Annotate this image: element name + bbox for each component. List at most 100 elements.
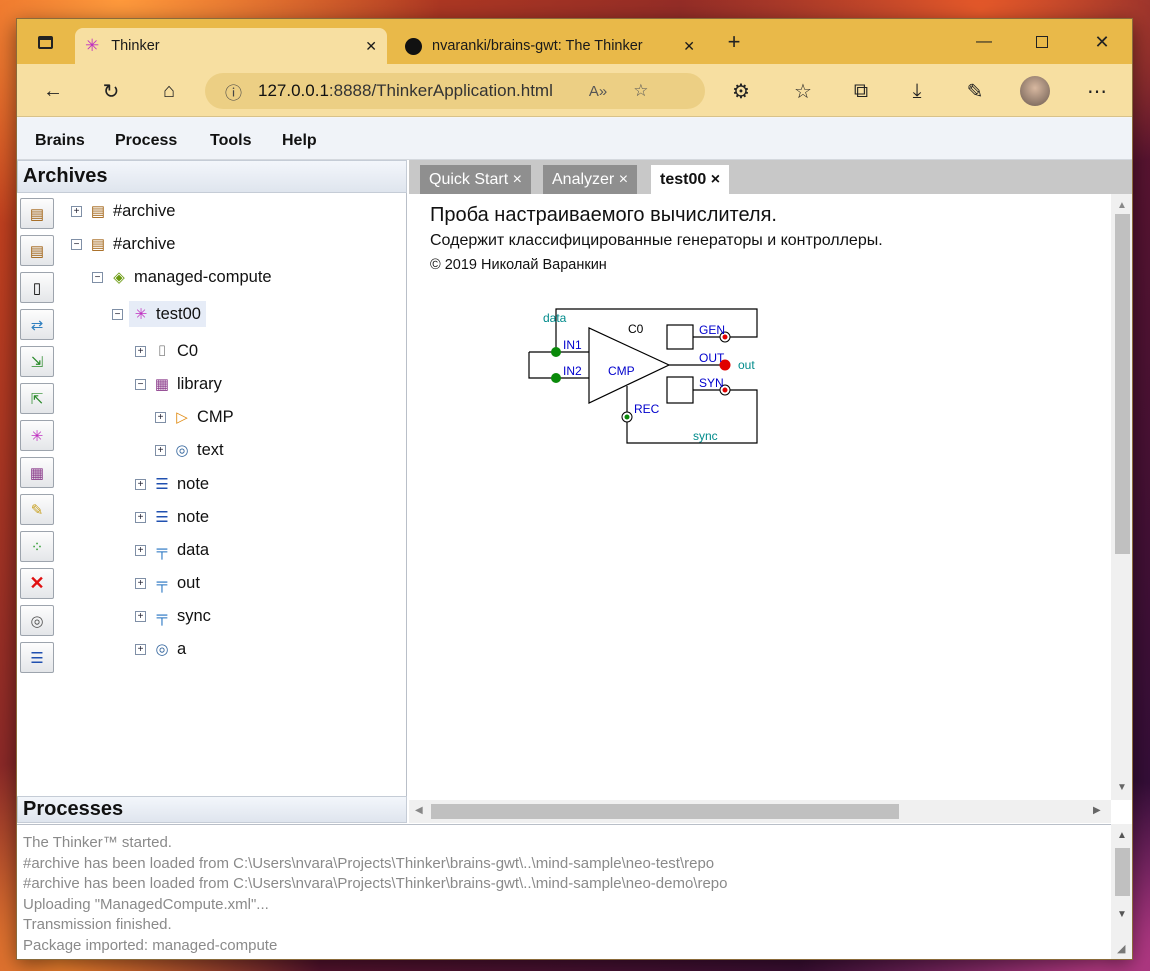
close-tab-icon[interactable]: ✕ — [683, 38, 695, 55]
extensions-icon[interactable]: ⚙ — [723, 74, 759, 108]
menu-process[interactable]: Process — [115, 132, 177, 150]
back-icon[interactable]: ← — [35, 74, 71, 108]
expander[interactable]: + — [135, 511, 146, 523]
expander[interactable]: − — [135, 378, 146, 390]
tab-analyzer[interactable]: Analyzer × — [543, 165, 638, 194]
convert-button[interactable]: ⇄ — [20, 309, 54, 340]
log-scrollbar[interactable]: ▲ ▼ ◢ — [1111, 824, 1132, 959]
menu-help[interactable]: Help — [282, 132, 317, 150]
log-line: Package imported: managed-compute — [23, 936, 278, 954]
label-data: data — [543, 311, 567, 325]
close-tab-icon[interactable]: ✕ — [365, 38, 377, 55]
tree-node-c0[interactable]: + ⌷ C0 — [135, 338, 198, 364]
expander[interactable]: + — [71, 205, 82, 217]
tree-node-data[interactable]: + ╤ data — [135, 537, 209, 563]
content-horizontal-scrollbar[interactable]: ◀ ▶ — [409, 800, 1111, 823]
label-syn: SYN — [699, 376, 724, 390]
expander[interactable]: + — [135, 478, 146, 490]
browser-tab-github[interactable]: nvaranki/brains-gwt: The Thinker ✕ — [395, 28, 705, 64]
read-aloud-icon[interactable]: A» — [589, 83, 607, 100]
maximize-icon[interactable] — [1019, 27, 1065, 57]
scroll-up-icon[interactable]: ▲ — [1117, 830, 1127, 841]
delete-button[interactable]: ✕ — [20, 568, 54, 599]
home-icon[interactable]: ⌂ — [151, 74, 187, 108]
tree-node-archive-1[interactable]: + ▤ #archive — [71, 198, 175, 224]
downloads-icon[interactable]: ⤓ — [899, 74, 935, 108]
expander[interactable]: − — [112, 308, 123, 320]
tree-node-a[interactable]: + ◎ a — [135, 636, 186, 662]
in1-port[interactable] — [551, 347, 561, 357]
minimize-icon[interactable]: — — [961, 27, 1007, 57]
view-button[interactable]: ◎ — [20, 605, 54, 636]
log-line: The Thinker™ started. — [23, 834, 172, 851]
list-button[interactable]: ☰ — [20, 642, 54, 673]
copilot-icon[interactable]: ✎ — [957, 74, 993, 108]
tree-node-text[interactable]: + ◎ text — [155, 437, 224, 463]
collections-icon[interactable]: ⧉ — [843, 74, 879, 108]
open-archive-button[interactable]: ▤ — [20, 198, 54, 229]
tree-node-out[interactable]: + ╤ out — [135, 570, 200, 596]
tab-quick-start[interactable]: Quick Start × — [420, 165, 531, 194]
tree-node-sync[interactable]: + ╤ sync — [135, 603, 211, 629]
expander[interactable]: + — [155, 444, 166, 456]
tree-node-archive-2[interactable]: − ▤ #archive — [71, 231, 175, 257]
tree-node-cmp[interactable]: + ▷ CMP — [155, 404, 234, 430]
content-vertical-scrollbar[interactable]: ▲ ▼ — [1111, 194, 1132, 800]
document-button[interactable]: ▯ — [20, 272, 54, 303]
scroll-up-icon[interactable]: ▲ — [1117, 200, 1127, 211]
library-button[interactable]: ▦ — [20, 457, 54, 488]
scroll-left-icon[interactable]: ◀ — [415, 805, 423, 816]
export-button[interactable]: ⇱ — [20, 383, 54, 414]
expander[interactable]: + — [135, 643, 146, 655]
archive-button[interactable]: ▤ — [20, 235, 54, 266]
expander[interactable]: − — [92, 271, 103, 283]
expander[interactable]: + — [155, 411, 166, 423]
expander[interactable]: + — [135, 577, 146, 589]
eye-icon: ◎ — [30, 612, 44, 630]
in2-port[interactable] — [551, 373, 561, 383]
list-icon: ☰ — [155, 476, 169, 493]
profile-avatar-icon[interactable] — [1017, 74, 1053, 108]
close-window-icon[interactable]: ✕ — [1079, 27, 1125, 57]
scroll-thumb[interactable] — [1115, 848, 1130, 896]
scroll-right-icon[interactable]: ▶ — [1093, 805, 1101, 816]
site-info-icon[interactable]: ⓘ — [225, 79, 242, 104]
menu-tools[interactable]: Tools — [210, 132, 251, 150]
new-network-button[interactable]: ✳ — [20, 420, 54, 451]
expander[interactable]: − — [71, 238, 82, 250]
more-menu-icon[interactable]: ⋯ — [1079, 74, 1115, 108]
tab-test00[interactable]: test00 × — [651, 165, 730, 194]
content-tab-strip: Quick Start × Analyzer × test00 × — [409, 160, 1132, 194]
resize-grip-icon[interactable]: ◢ — [1117, 942, 1125, 955]
archives-header[interactable]: Archives — [17, 160, 407, 193]
scroll-thumb[interactable] — [1115, 214, 1130, 554]
tree-node-note-1[interactable]: + ☰ note — [135, 471, 209, 497]
favorite-add-icon[interactable]: ☆ — [633, 81, 648, 101]
tab-actions-icon[interactable] — [25, 27, 65, 57]
favorites-icon[interactable]: ☆ — [785, 74, 821, 108]
expander[interactable]: + — [135, 544, 146, 556]
import-button[interactable]: ⇲ — [20, 346, 54, 377]
scroll-down-icon[interactable]: ▼ — [1117, 909, 1127, 920]
tree-node-library[interactable]: − ▦ library — [135, 371, 222, 397]
tree-node-label: data — [177, 540, 210, 559]
edit-button[interactable]: ✎ — [20, 494, 54, 525]
tree-node-note-2[interactable]: + ☰ note — [135, 504, 209, 530]
nodes-button[interactable]: ⁘ — [20, 531, 54, 562]
expander[interactable]: + — [135, 345, 146, 357]
browser-tab-thinker[interactable]: ✳ Thinker ✕ — [75, 28, 387, 64]
document-copyright: © 2019 Николай Варанкин — [430, 257, 607, 273]
new-tab-icon[interactable]: + — [711, 27, 757, 57]
address-bar[interactable]: ⓘ 127.0.0.1:8888/ThinkerApplication.html… — [205, 73, 705, 109]
processes-header[interactable]: Processes — [17, 796, 407, 823]
scroll-thumb[interactable] — [431, 804, 899, 819]
thinker-favicon-icon: ✳ — [85, 36, 100, 55]
process-log: The Thinker™ started. #archive has been … — [17, 824, 1111, 959]
tree-node-managed-compute[interactable]: − ◈ managed-compute — [92, 264, 272, 290]
refresh-icon[interactable]: ↻ — [93, 74, 129, 108]
menu-brains[interactable]: Brains — [35, 132, 85, 150]
tree-node-label: a — [177, 639, 187, 658]
tree-node-test00[interactable]: − ✳ test00 — [112, 301, 206, 327]
expander[interactable]: + — [135, 610, 146, 622]
scroll-down-icon[interactable]: ▼ — [1117, 782, 1127, 793]
